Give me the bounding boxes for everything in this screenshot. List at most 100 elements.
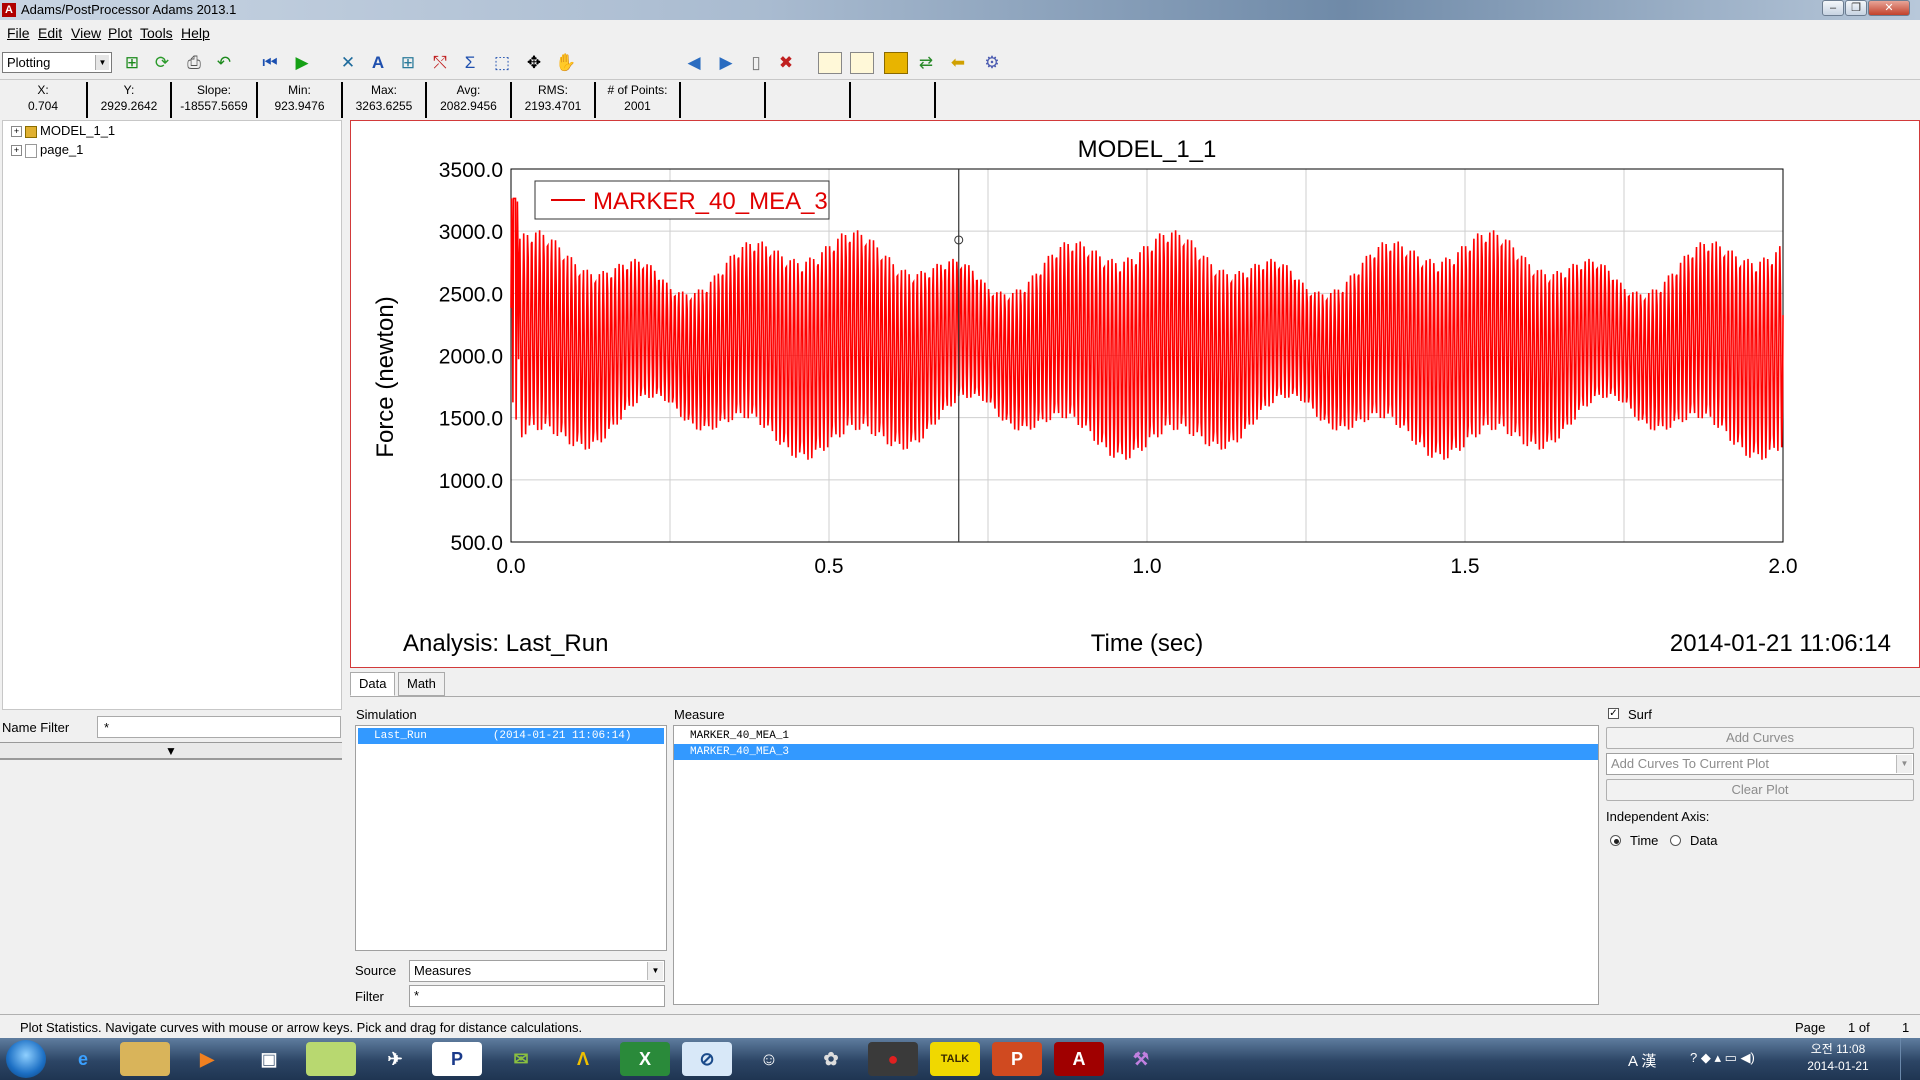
stat-max: Max: 3263.6255 [343, 82, 427, 118]
chat-icon[interactable]: ✉ [496, 1042, 546, 1076]
clock[interactable]: 오전 11:08 2014-01-21 [1798, 1041, 1878, 1075]
add-curves-mode-select[interactable]: Add Curves To Current Plot ▼ [1606, 753, 1914, 775]
source-select[interactable]: Measures ▼ [409, 960, 665, 982]
expand-icon[interactable]: + [11, 126, 22, 138]
menu-view[interactable]: View [71, 25, 101, 41]
measure-item-selected[interactable]: MARKER_40_MEA_3 [674, 744, 1598, 760]
tree-item-page[interactable]: + page_1 [11, 142, 83, 158]
sigma-icon[interactable]: Σ [458, 52, 482, 74]
rewind-icon[interactable]: ⏮ [258, 52, 282, 74]
close-button[interactable]: ✕ [1868, 0, 1910, 16]
tree-collapse-toggle[interactable]: ▼ [0, 742, 342, 760]
tray-icons[interactable]: ? ◆ ▴ ▭ ◀) [1690, 1050, 1755, 1066]
page-icon[interactable]: ▯ [744, 52, 768, 74]
next-page-icon[interactable]: ▶ [714, 52, 738, 74]
chevron-down-icon[interactable]: ▼ [647, 962, 663, 980]
curve-edit-icon[interactable]: ⤲ [428, 52, 452, 74]
pan-hand-icon[interactable]: ✋ [554, 52, 578, 74]
autocad-icon[interactable]: Λ [558, 1042, 608, 1076]
menu-edit[interactable]: Edit [38, 25, 62, 41]
expand-icon[interactable]: + [11, 145, 22, 157]
stat-slope: Slope: -18557.5659 [172, 82, 258, 118]
minimize-button[interactable]: – [1822, 0, 1844, 16]
stat-value: 2001 [624, 99, 651, 113]
stat-rms: RMS: 2193.4701 [512, 82, 596, 118]
plot-area[interactable]: 3500.0 3000.0 2500.0 2000.0 1500.0 1000.0 500.… [350, 120, 1920, 668]
settings-icon[interactable]: ⚙ [980, 52, 1004, 74]
grid-icon[interactable]: ⊞ [396, 52, 420, 74]
zoom-box-icon[interactable]: ⬚ [490, 52, 514, 74]
source-select-value: Measures [414, 963, 472, 978]
surf-checkbox[interactable]: ✓ [1608, 708, 1619, 719]
delete-page-icon[interactable]: ✖ [774, 52, 798, 74]
notepad-icon[interactable] [306, 1042, 356, 1076]
mode-select[interactable]: Plotting ▼ [2, 52, 112, 73]
powerpoint-viewer-icon[interactable]: P [432, 1042, 482, 1076]
measure-list[interactable]: MARKER_40_MEA_1 MARKER_40_MEA_3 [673, 725, 1599, 1005]
text-tool-icon[interactable]: A [366, 52, 390, 74]
tools-icon[interactable]: ⚒ [1116, 1042, 1166, 1076]
simulation-item[interactable]: Last_Run (2014-01-21 11:06:14) [358, 728, 664, 744]
mode-select-value: Plotting [7, 55, 51, 70]
menu-tools[interactable]: Tools [140, 25, 173, 41]
exchange-icon[interactable]: ⇄ [914, 52, 938, 74]
play-icon[interactable]: ▶ [290, 52, 314, 74]
window-title: Adams/PostProcessor Adams 2013.1 [21, 2, 237, 17]
recorder-icon[interactable]: ● [868, 1042, 918, 1076]
stat-label: Min: [288, 83, 311, 97]
tree-item-model[interactable]: + MODEL_1_1 [11, 123, 115, 138]
menu-file[interactable]: File [7, 25, 30, 41]
start-button[interactable] [6, 1040, 46, 1078]
wrench-icon[interactable]: ✕ [336, 52, 360, 74]
maximize-button[interactable]: ❐ [1845, 0, 1867, 16]
name-filter-input[interactable]: * [97, 716, 341, 738]
plot-svg: 3500.0 3000.0 2500.0 2000.0 1500.0 1000.0 500.… [372, 136, 1891, 657]
powerpoint-icon[interactable]: P [992, 1042, 1042, 1076]
layout-box-icon[interactable] [884, 52, 908, 74]
tab-data[interactable]: Data [350, 672, 396, 696]
explorer-icon[interactable] [120, 1042, 170, 1076]
filter-input[interactable]: * [409, 985, 665, 1007]
status-bar: Plot Statistics. Navigate curves with mo… [0, 1014, 1920, 1038]
window-icon[interactable]: ▣ [244, 1042, 294, 1076]
ie-icon[interactable]: e [58, 1042, 108, 1076]
stat-value: 3263.6255 [355, 99, 413, 113]
undo-icon[interactable]: ↶ [212, 52, 236, 74]
tab-math[interactable]: Math [398, 672, 445, 696]
refresh-icon[interactable]: ⟳ [150, 52, 174, 74]
simulation-list[interactable]: Last_Run (2014-01-21 11:06:14) [355, 725, 667, 951]
axis-time-radio[interactable] [1610, 835, 1621, 846]
axis-data-radio[interactable] [1670, 835, 1681, 846]
app-icon[interactable]: ✈ [370, 1042, 420, 1076]
arrow-icon[interactable]: ⬅ [946, 52, 970, 74]
measure-item[interactable]: MARKER_40_MEA_1 [674, 728, 1598, 744]
layout-icon[interactable] [818, 52, 842, 74]
media-player-icon[interactable]: ▶ [182, 1042, 232, 1076]
bottom-tabs: Data Math [350, 672, 550, 696]
menu-help[interactable]: Help [181, 25, 210, 41]
fit-icon[interactable]: ✥ [522, 52, 546, 74]
surf-label: Surf [1628, 707, 1652, 722]
mascot-icon[interactable]: ☺ [744, 1042, 794, 1076]
stats-row: X: 0.704 Y: 2929.2642 Slope: -18557.5659… [0, 82, 940, 118]
add-curves-button[interactable]: Add Curves [1606, 727, 1914, 749]
page-current: 1 of [1848, 1020, 1870, 1035]
menu-plot[interactable]: Plot [108, 25, 132, 41]
print-icon[interactable]: ⎙ [182, 52, 206, 74]
tool-icon[interactable]: ⊘ [682, 1042, 732, 1076]
ime-indicator[interactable]: A 漢 [1628, 1050, 1656, 1071]
clear-plot-button[interactable]: Clear Plot [1606, 779, 1914, 801]
x-tick-label: 2.0 [1768, 555, 1797, 578]
talk-icon[interactable]: TALK [930, 1042, 980, 1076]
new-page-icon[interactable]: ⊞ [120, 52, 144, 74]
chevron-down-icon[interactable]: ▼ [95, 55, 109, 70]
excel-icon[interactable]: X [620, 1042, 670, 1076]
network-icon[interactable]: ✿ [806, 1042, 856, 1076]
stat-avg: Avg: 2082.9456 [427, 82, 512, 118]
layout-bottom-icon[interactable] [850, 52, 874, 74]
adams-icon[interactable]: A [1054, 1042, 1104, 1076]
add-curves-mode-value: Add Curves To Current Plot [1611, 756, 1769, 771]
show-desktop-button[interactable] [1900, 1038, 1920, 1080]
prev-page-icon[interactable]: ◀ [682, 52, 706, 74]
chevron-down-icon[interactable]: ▼ [1896, 755, 1912, 773]
